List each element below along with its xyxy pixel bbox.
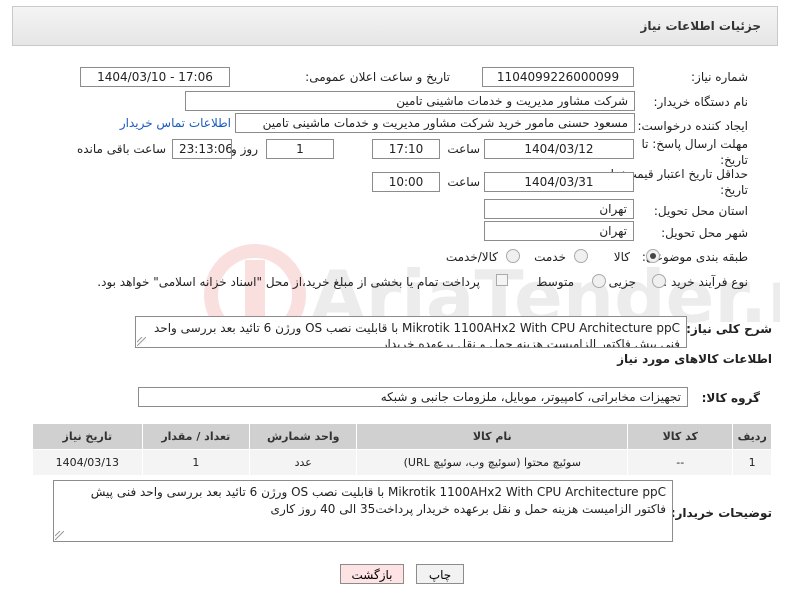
city-label: شهر محل تحویل:	[661, 226, 748, 240]
process-label: نوع فرآیند خرید :	[663, 275, 748, 289]
category-option-goods-service: کالا/خدمت	[445, 250, 498, 264]
process-radio-medium[interactable]	[592, 274, 606, 288]
treasury-payment-note: پرداخت تمام یا بخشی از مبلغ خرید،از محل …	[97, 275, 480, 289]
category-radio-goods[interactable]	[646, 249, 660, 263]
treasury-payment-checkbox[interactable]	[496, 274, 508, 286]
resize-grip-icon[interactable]	[55, 531, 64, 540]
cell-row-number: 1	[732, 449, 772, 476]
creator-field: مسعود حسنی مامور خرید شرکت مشاور مدیریت …	[235, 113, 635, 133]
process-option-minor: جزیی	[608, 275, 636, 289]
province-field: تهران	[484, 199, 634, 219]
description-label: شرح کلی نیاز:	[686, 322, 772, 336]
city-field: تهران	[484, 221, 634, 241]
days-field: 1	[266, 139, 334, 159]
back-button[interactable]: بازگشت	[340, 564, 404, 584]
process-option-medium: متوسط	[536, 275, 574, 289]
cell-quantity: 1	[141, 449, 251, 476]
category-option-service: خدمت	[534, 250, 566, 264]
validity-time-field: 10:00	[372, 172, 440, 192]
process-radio-minor[interactable]	[652, 274, 666, 288]
col-row-number: ردیف	[732, 423, 772, 450]
category-radio-goods-service[interactable]	[506, 249, 520, 263]
contact-info-link[interactable]: اطلاعات تماس خریدار	[120, 116, 231, 130]
goods-info-title: اطلاعات کالاهای مورد نیاز	[617, 352, 772, 366]
goods-group-field: تجهیزات مخابراتی، کامپیوتر، موبایل، ملزو…	[138, 387, 688, 407]
resize-grip-icon[interactable]	[137, 337, 146, 346]
reply-time-field: 17:10	[372, 139, 440, 159]
announce-field: 1404/03/10 - 17:06	[80, 67, 230, 87]
col-quantity: تعداد / مقدار	[141, 423, 251, 450]
validity-date-field: 1404/03/31	[484, 172, 634, 192]
need-number-label: شماره نیاز:	[691, 70, 748, 84]
days-label: روز و	[231, 142, 258, 156]
cell-unit: عدد	[249, 449, 358, 476]
col-unit: واحد شمارش	[249, 423, 358, 450]
need-number-field: 1104099226000099	[482, 67, 634, 87]
col-goods-name: نام کالا	[356, 423, 629, 450]
category-radio-service[interactable]	[574, 249, 588, 263]
province-label: استان محل تحویل:	[653, 204, 748, 218]
buyer-notes-text: Mikrotik 1100AHx2 With CPU Architecture …	[90, 485, 666, 516]
buyer-notes-textarea: Mikrotik 1100AHx2 With CPU Architecture …	[53, 480, 673, 542]
buyer-org-label: نام دستگاه خریدار:	[653, 95, 749, 109]
table-header-row: ردیف کد کالا نام کالا واحد شمارش تعداد /…	[32, 423, 772, 450]
remaining-label: ساعت باقی مانده	[76, 142, 166, 156]
page-title: جزئیات اطلاعات نیاز	[640, 19, 761, 33]
table-row: 1 -- سوئیچ محتوا (سوئیچ وب، سوئیچ URL) ع…	[32, 449, 772, 476]
col-need-date: تاریخ نیاز	[32, 423, 143, 450]
creator-label: ایجاد کننده درخواست:	[637, 119, 748, 133]
col-goods-code: کد کالا	[627, 423, 734, 450]
buyer-notes-label: توضیحات خریدار:	[670, 506, 772, 520]
goods-table: ردیف کد کالا نام کالا واحد شمارش تعداد /…	[32, 423, 772, 476]
validity-time-label: ساعت	[447, 175, 480, 189]
print-button[interactable]: چاپ	[416, 564, 464, 584]
buyer-org-field: شرکت مشاور مدیریت و خدمات ماشینی تامین	[185, 91, 635, 111]
description-textarea: Mikrotik 1100AHx2 With CPU Architecture …	[135, 316, 687, 348]
remaining-time-field: 23:13:06	[172, 139, 232, 159]
cell-goods-code: --	[627, 449, 734, 476]
description-text: Mikrotik 1100AHx2 With CPU Architecture …	[154, 321, 680, 348]
category-option-goods: کالا	[613, 250, 630, 264]
header-panel: جزئیات اطلاعات نیاز	[12, 6, 778, 46]
reply-deadline-label: مهلت ارسال پاسخ: تا تاریخ:	[641, 137, 748, 167]
announce-label: تاریخ و ساعت اعلان عمومی:	[305, 70, 450, 84]
cell-need-date: 1404/03/13	[32, 449, 143, 476]
goods-group-label: گروه کالا:	[701, 391, 760, 405]
reply-date-field: 1404/03/12	[484, 139, 634, 159]
reply-time-label: ساعت	[447, 142, 480, 156]
cell-goods-name: سوئیچ محتوا (سوئیچ وب، سوئیچ URL)	[356, 449, 629, 476]
